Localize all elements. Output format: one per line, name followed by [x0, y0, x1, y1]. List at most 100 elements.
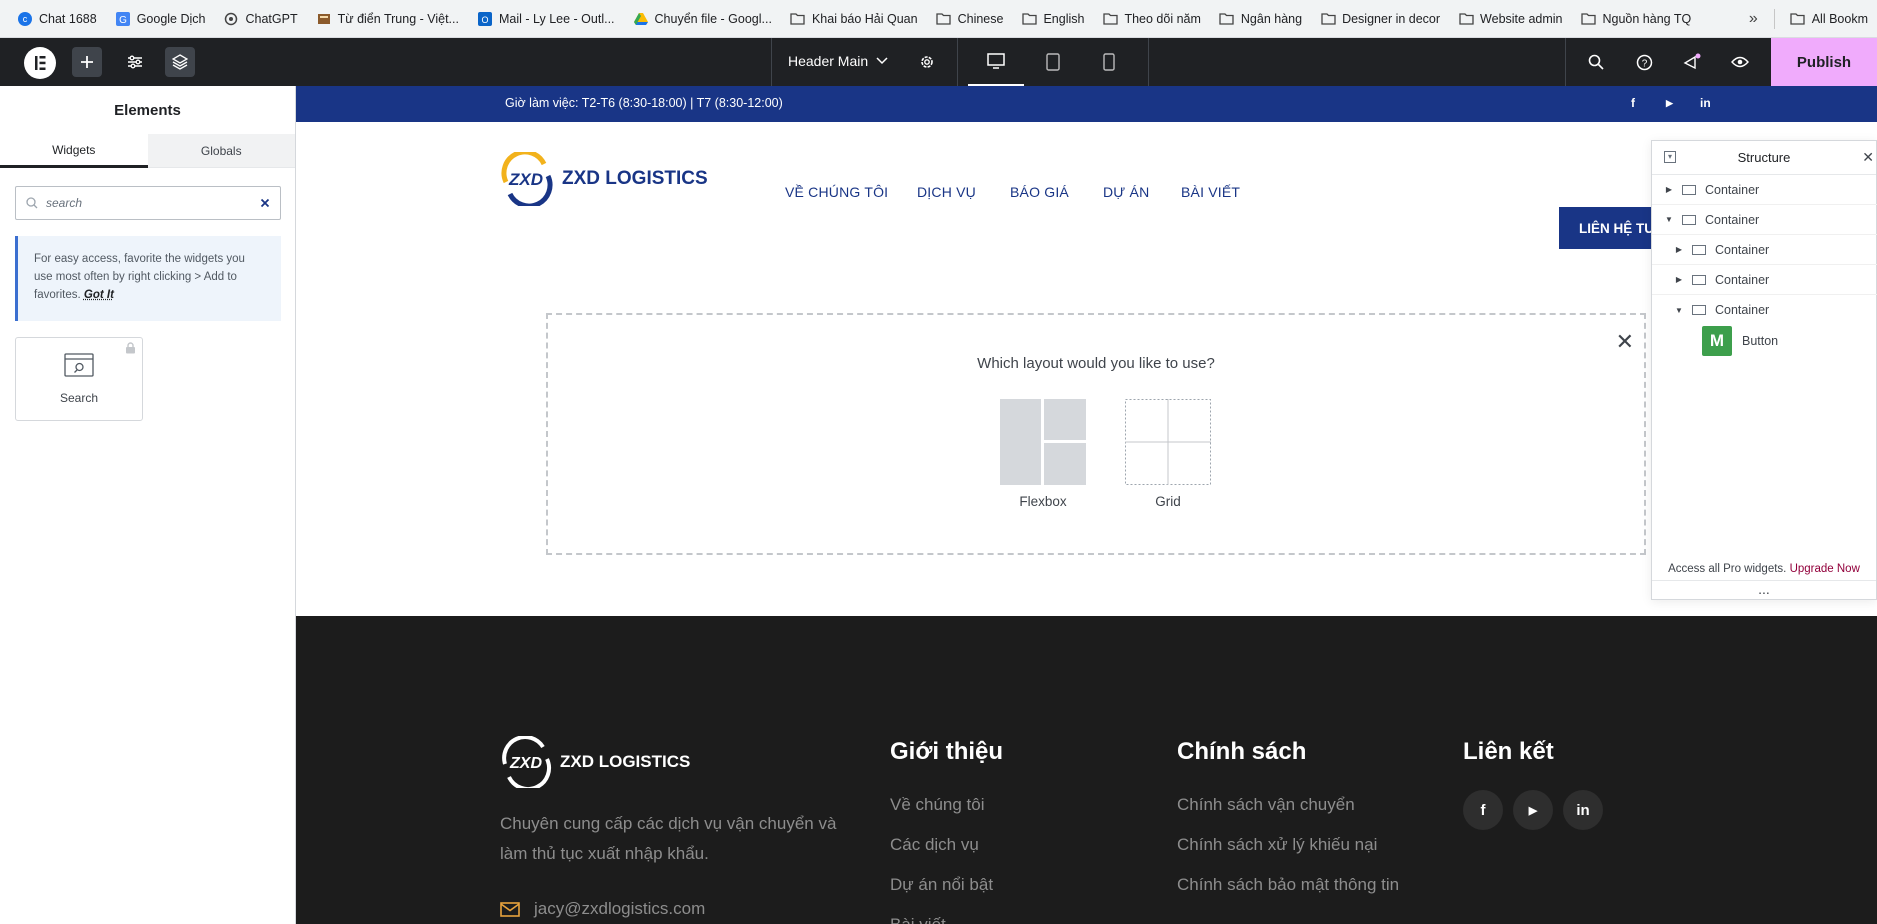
- footer-link[interactable]: Các dịch vụ: [890, 835, 979, 855]
- tab-widgets[interactable]: Widgets: [0, 134, 148, 168]
- bookmark-tu-dien[interactable]: Từ điển Trung - Việt...: [307, 5, 468, 33]
- nav-item-pricing[interactable]: BÁO GIÁ: [1010, 184, 1069, 200]
- footer-link[interactable]: Chính sách bảo mật thông tin: [1177, 875, 1399, 895]
- footer-link[interactable]: Chính sách vận chuyển: [1177, 795, 1355, 815]
- resize-handle[interactable]: ...: [1652, 580, 1876, 597]
- container-icon: [1692, 305, 1706, 315]
- structure-item-button[interactable]: M Button: [1652, 325, 1877, 357]
- youtube-icon[interactable]: ▶: [1513, 790, 1553, 830]
- nav-item-services[interactable]: DỊCH VỤ: [917, 184, 976, 200]
- collapse-all-icon[interactable]: ▾: [1664, 151, 1676, 163]
- structure-item-container[interactable]: ▶ Container: [1652, 175, 1877, 205]
- bookmark-chuyen-file[interactable]: Chuyển file - Googl...: [624, 5, 781, 33]
- container-icon: [1682, 214, 1696, 225]
- desktop-icon: [987, 53, 1005, 69]
- nav-item-projects[interactable]: DỰ ÁN: [1103, 184, 1149, 200]
- structure-item-container[interactable]: ▼ Container: [1652, 205, 1877, 235]
- close-icon[interactable]: ✕: [1616, 329, 1634, 355]
- all-bookmarks-button[interactable]: All Bookm: [1781, 5, 1877, 33]
- bookmark-mail[interactable]: O Mail - Ly Lee - Outl...: [468, 5, 624, 33]
- footer-link[interactable]: Về chúng tôi: [890, 795, 985, 815]
- bookmark-folder-nguon-hang[interactable]: Nguồn hàng TQ: [1572, 5, 1701, 33]
- document-settings-button[interactable]: [912, 47, 942, 77]
- folder-icon: [1790, 11, 1806, 27]
- caret-right-icon[interactable]: ▶: [1672, 275, 1686, 284]
- footer-link[interactable]: Chính sách xử lý khiếu nại: [1177, 835, 1377, 855]
- bookmark-folder-website-admin[interactable]: Website admin: [1449, 5, 1571, 33]
- widget-search-field[interactable]: [15, 186, 281, 220]
- facebook-icon[interactable]: f: [1631, 96, 1635, 110]
- widget-search-input[interactable]: [46, 196, 252, 210]
- structure-item-container[interactable]: ▶ Container: [1652, 235, 1877, 265]
- tab-globals[interactable]: Globals: [147, 134, 295, 168]
- bookmark-folder-theo-doi[interactable]: Theo dõi năm: [1093, 5, 1209, 33]
- add-element-button[interactable]: [72, 47, 102, 77]
- nav-item-about[interactable]: VỀ CHÚNG TÔI: [785, 184, 888, 200]
- footer-email[interactable]: jacy@zxdlogistics.com: [500, 899, 705, 919]
- preview-button[interactable]: [1725, 47, 1755, 77]
- zxd-logo-mark: ZXD: [502, 736, 551, 788]
- youtube-icon[interactable]: ▶: [1666, 98, 1673, 109]
- outlook-icon: O: [477, 11, 493, 27]
- bookmarks-overflow-button[interactable]: »: [1739, 10, 1768, 28]
- bookmark-folder-chinese[interactable]: Chinese: [927, 5, 1013, 33]
- document-selector[interactable]: Header Main: [788, 53, 888, 69]
- editor-canvas: Giờ làm việc: T2-T6 (8:30-18:00) | T7 (8…: [296, 86, 1877, 924]
- megaphone-icon: [1683, 53, 1701, 70]
- topbar-divider: [771, 38, 772, 86]
- notifications-button[interactable]: [1677, 47, 1707, 77]
- layout-option-grid[interactable]: Grid: [1125, 399, 1211, 509]
- topbar-divider: [1565, 38, 1566, 86]
- device-desktop-button[interactable]: [968, 38, 1024, 86]
- svg-text:?: ?: [1641, 58, 1647, 69]
- chevron-down-icon: [876, 57, 888, 65]
- caret-right-icon[interactable]: ▶: [1672, 245, 1686, 254]
- close-icon[interactable]: ✕: [1862, 149, 1874, 166]
- folder-icon: [1581, 11, 1597, 27]
- tablet-icon: [1046, 53, 1060, 71]
- finder-search-button[interactable]: [1581, 47, 1611, 77]
- device-mobile-button[interactable]: [1081, 38, 1137, 86]
- got-it-link[interactable]: Got It: [84, 289, 114, 301]
- nav-item-posts[interactable]: BÀI VIẾT: [1181, 184, 1240, 200]
- footer-logo[interactable]: ZXD ZXD LOGISTICS: [500, 736, 690, 788]
- chat-icon: c: [17, 11, 33, 27]
- bookmarks-divider: [1773, 8, 1775, 29]
- help-button[interactable]: ?: [1629, 47, 1659, 77]
- structure-item-container[interactable]: ▶ Container: [1652, 265, 1877, 295]
- caret-right-icon[interactable]: ▶: [1662, 185, 1676, 194]
- facebook-icon[interactable]: f: [1463, 790, 1503, 830]
- bookmark-folder-khai-bao[interactable]: Khai báo Hải Quan: [781, 5, 927, 33]
- bookmark-folder-english[interactable]: English: [1012, 5, 1093, 33]
- search-icon: [26, 197, 38, 209]
- grid-layout-icon: [1125, 399, 1211, 485]
- search-widget-icon: [64, 353, 94, 377]
- publish-button[interactable]: Publish: [1771, 38, 1877, 86]
- clear-search-icon[interactable]: [260, 198, 270, 208]
- linkedin-icon[interactable]: in: [1563, 790, 1603, 830]
- linkedin-icon[interactable]: in: [1700, 96, 1711, 110]
- bookmark-chatgpt[interactable]: ChatGPT: [214, 5, 306, 33]
- structure-toggle-button[interactable]: [165, 47, 195, 77]
- caret-down-icon[interactable]: ▼: [1672, 306, 1686, 315]
- bookmark-google-dich[interactable]: G Google Dịch: [106, 5, 215, 33]
- topbar-divider: [957, 38, 958, 86]
- site-settings-button[interactable]: [120, 47, 150, 77]
- bookmark-chat-1688[interactable]: c Chat 1688: [8, 5, 106, 33]
- topbar-divider: [1148, 38, 1149, 86]
- caret-down-icon[interactable]: ▼: [1662, 215, 1676, 224]
- widget-search-tile[interactable]: Search: [15, 337, 143, 421]
- footer-col-title-about: Giới thiệu: [890, 738, 1004, 765]
- layout-option-flexbox[interactable]: Flexbox: [1000, 399, 1086, 509]
- structure-item-container[interactable]: ▼ Container: [1652, 295, 1877, 325]
- bookmark-folder-designer[interactable]: Designer in decor: [1311, 5, 1449, 33]
- bookmark-folder-ngan-hang[interactable]: Ngân hàng: [1210, 5, 1311, 33]
- footer-link[interactable]: Bài viết: [890, 915, 946, 924]
- footer-link[interactable]: Dự án nổi bật: [890, 875, 993, 895]
- favorites-tip-text: For easy access, favorite the widgets yo…: [34, 253, 245, 301]
- site-logo[interactable]: ZXD ZXD LOGISTICS: [500, 152, 708, 206]
- device-tablet-button[interactable]: [1025, 38, 1081, 86]
- translate-icon: G: [115, 11, 131, 27]
- upgrade-link[interactable]: Upgrade Now: [1790, 563, 1860, 575]
- elementor-logo-button[interactable]: [24, 47, 56, 82]
